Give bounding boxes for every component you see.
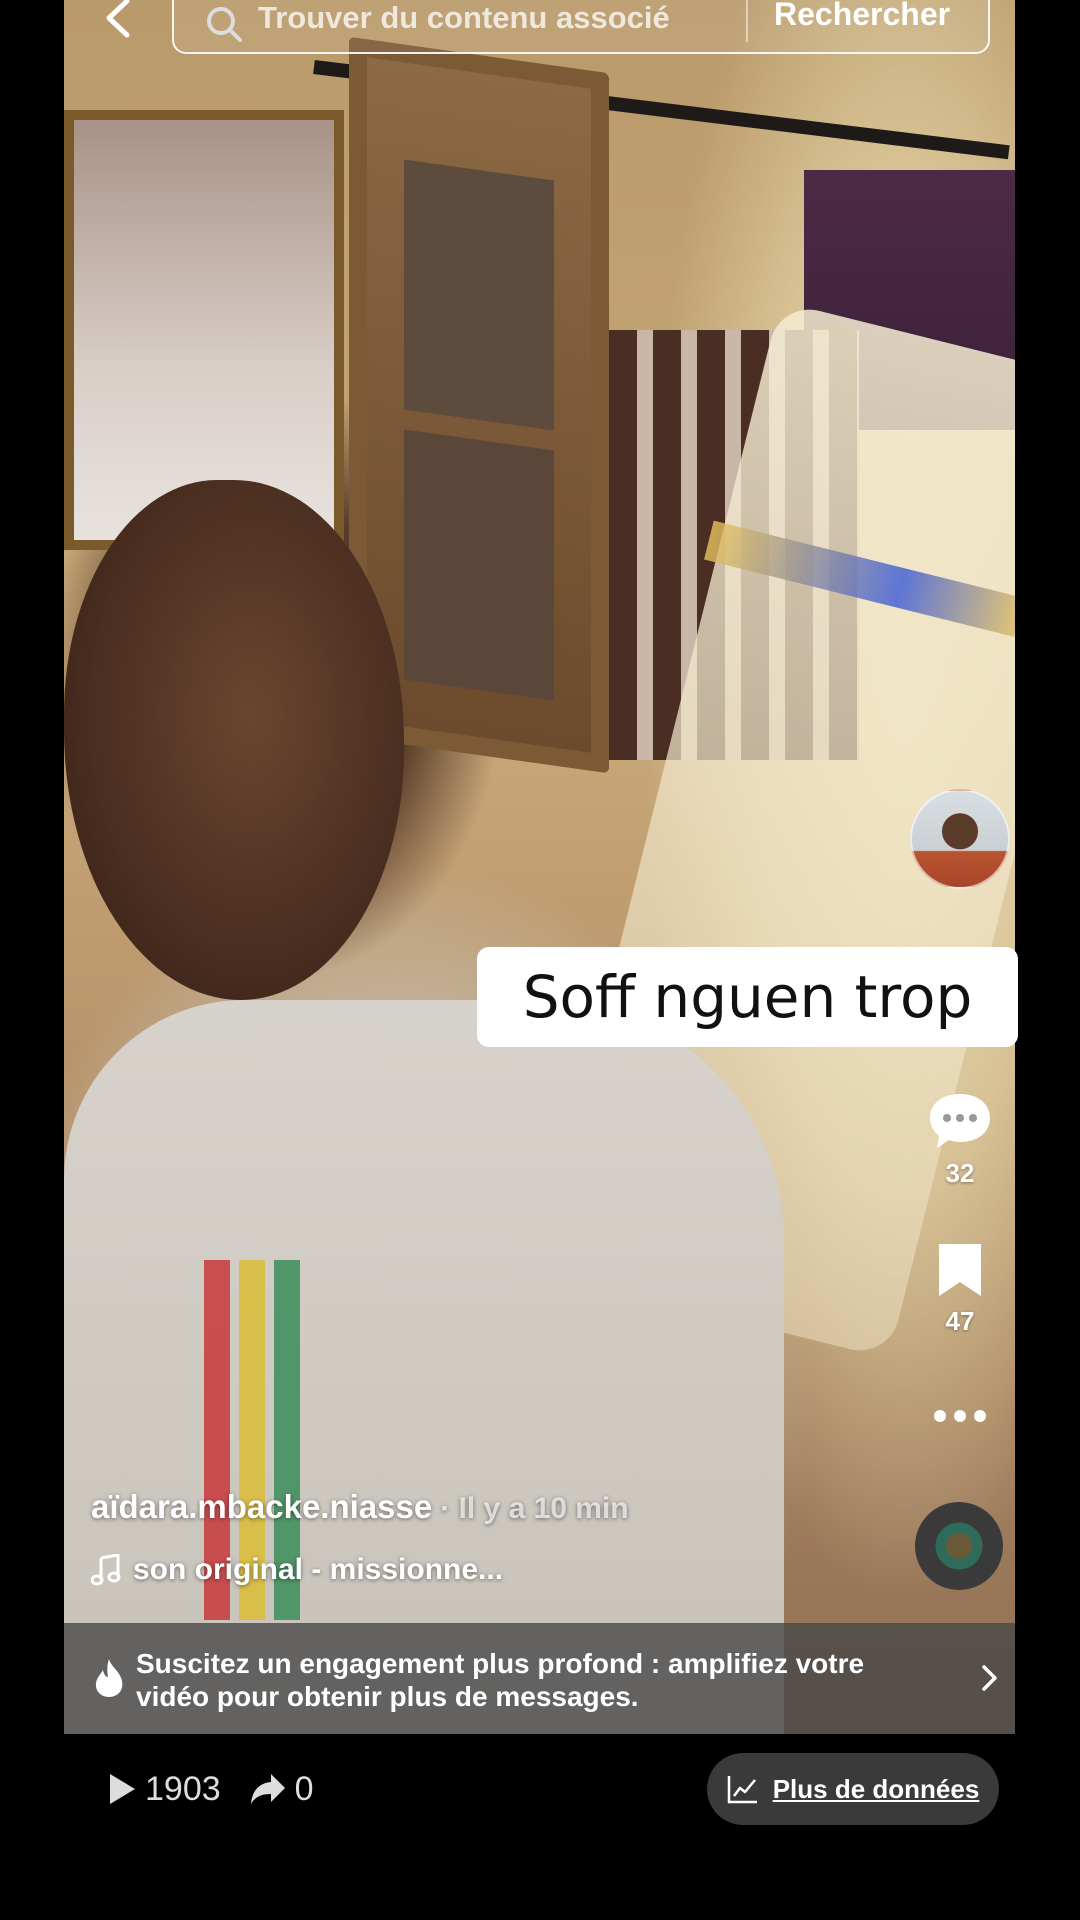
music-link[interactable]: son original - missionne...: [91, 1553, 503, 1587]
music-disc-avatar[interactable]: [915, 1502, 1003, 1590]
music-title: son original - missionne...: [133, 1553, 504, 1586]
more-dots-icon[interactable]: [930, 1404, 990, 1428]
username-link[interactable]: aïdara.mbacke.niasse: [91, 1488, 432, 1525]
view-count: 1903: [145, 1769, 221, 1808]
share-count: 0: [294, 1769, 314, 1808]
music-note-icon: [91, 1554, 121, 1586]
post-timestamp: · Il y a 10 min: [440, 1492, 629, 1525]
video-caption: Soff nguen trop: [477, 947, 1018, 1047]
promote-banner[interactable]: Suscitez un engagement plus profond : am…: [64, 1623, 1015, 1734]
comment-count: 32: [945, 1158, 975, 1188]
promote-text: Suscitez un engagement plus profond : am…: [136, 1648, 865, 1712]
chart-line-icon: [727, 1776, 757, 1804]
shutter-panel: [404, 429, 554, 701]
search-divider: [746, 0, 748, 42]
bookmark-icon: [939, 1244, 981, 1296]
creator-avatar[interactable]: [910, 789, 1010, 889]
search-button[interactable]: Rechercher: [774, 0, 950, 33]
video-stats: 1903 0: [107, 1766, 314, 1812]
author-line: aïdara.mbacke.niasse · Il y a 10 min: [91, 1488, 629, 1526]
play-icon: [110, 1774, 135, 1804]
comment-button[interactable]: 32: [920, 1090, 1000, 1189]
bookmark-button[interactable]: 47: [920, 1240, 1000, 1337]
shutter-panel: [404, 159, 554, 431]
person-head: [64, 480, 404, 1000]
share-arrow-icon: [250, 1774, 285, 1804]
search-icon: [207, 7, 242, 42]
more-data-button[interactable]: Plus de données: [707, 1753, 999, 1825]
more-data-label: Plus de données: [772, 1773, 980, 1804]
search-bar[interactable]: Trouver du contenu associé Rechercher: [172, 0, 990, 54]
video-frame[interactable]: [64, 0, 1015, 1734]
back-chevron-left-icon[interactable]: [95, 0, 141, 41]
bookmark-count: 47: [945, 1306, 975, 1336]
flame-icon: [95, 1659, 123, 1697]
comment-bubble-icon: [930, 1094, 990, 1148]
search-input[interactable]: Trouver du contenu associé: [258, 0, 670, 36]
chevron-right-icon: [982, 1665, 997, 1691]
